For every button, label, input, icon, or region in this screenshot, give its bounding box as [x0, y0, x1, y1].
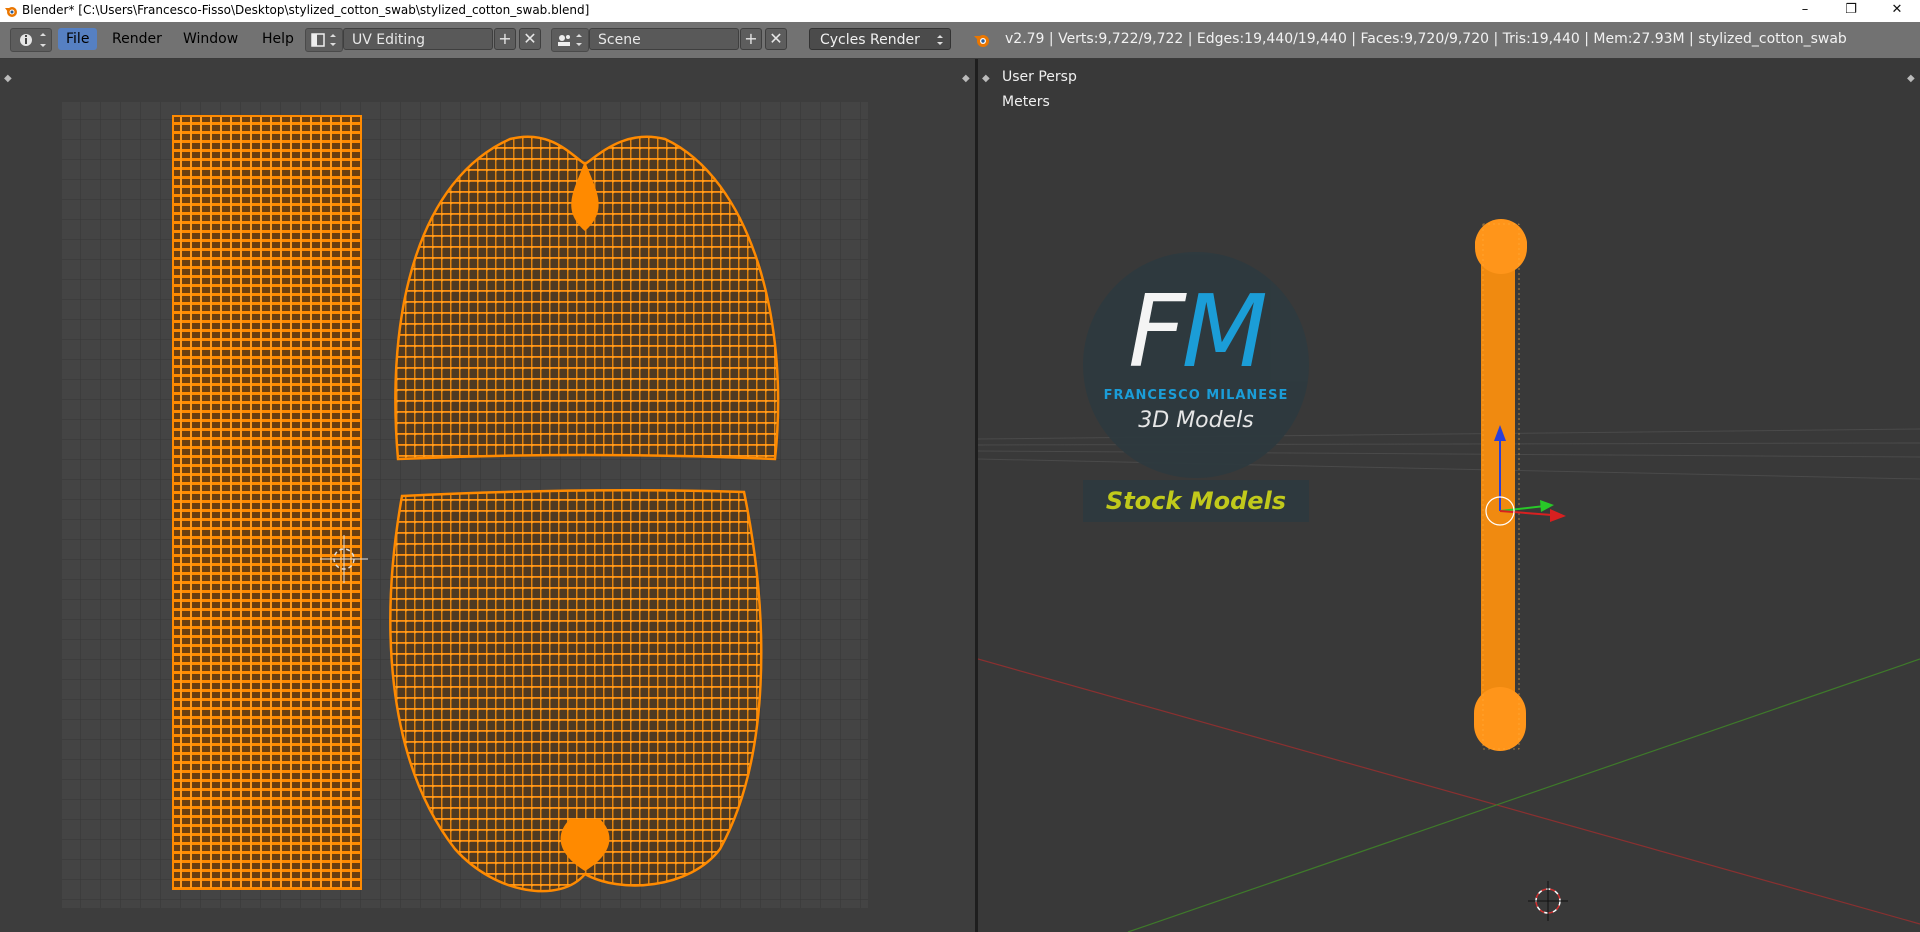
view-mode-label: User Persp	[1002, 69, 1077, 85]
watermark-logo: FM FRANCESCO MILANESE 3D Models	[1083, 252, 1309, 478]
remove-screen-button[interactable]: ✕	[519, 28, 541, 50]
logo-initials: FM	[1083, 282, 1309, 382]
scene-icon	[558, 34, 582, 46]
screen-layout-icon	[311, 33, 336, 47]
close-window-button[interactable]: ✕	[1874, 0, 1920, 22]
3d-cursor-icon[interactable]	[1528, 881, 1568, 921]
units-label: Meters	[1002, 94, 1050, 110]
menu-file[interactable]: File	[58, 28, 98, 50]
info-icon	[20, 33, 46, 47]
x-axis-line	[978, 658, 1920, 925]
logo-tagline: 3D Models	[1138, 408, 1254, 433]
menu-render[interactable]: Render	[104, 28, 170, 50]
logo-brand-name: FRANCESCO MILANESE	[1103, 388, 1289, 403]
logo-initial-m: M	[1181, 273, 1268, 390]
area-corner-icon[interactable]: ◆	[1907, 73, 1915, 84]
info-header: File Render Window Help UV Editing + ✕ S…	[0, 22, 1920, 59]
area-corner-icon[interactable]: ◆	[982, 73, 990, 84]
uv-canvas[interactable]	[0, 59, 975, 932]
banner-text: Stock Models	[1105, 487, 1287, 515]
menu-help[interactable]: Help	[254, 28, 302, 50]
remove-scene-button[interactable]: ✕	[765, 28, 787, 50]
minimize-button[interactable]: –	[1782, 0, 1828, 22]
restore-button[interactable]: ❐	[1828, 0, 1874, 22]
logo-initial-f: F	[1128, 273, 1185, 390]
render-engine-label: Cycles Render	[820, 32, 920, 48]
window-title: Blender* [C:\Users\Francesco-Fisso\Deskt…	[22, 3, 590, 17]
scene-statistics: v2.79 | Verts:9,722/9,722 | Edges:19,440…	[1005, 31, 1847, 47]
render-engine-select[interactable]: Cycles Render	[809, 28, 951, 50]
blender-app-icon	[5, 7, 17, 17]
add-screen-button[interactable]: +	[494, 28, 516, 50]
uv-island-stick[interactable]	[172, 115, 362, 890]
screen-layout-browse[interactable]	[305, 28, 343, 52]
scene-browse[interactable]	[551, 28, 589, 52]
scene-field[interactable]: Scene	[589, 28, 739, 50]
screen-layout-field[interactable]: UV Editing	[343, 28, 493, 50]
uv-image-editor[interactable]: ◆ ◆	[0, 59, 975, 932]
chevron-updown-icon	[937, 35, 943, 45]
blender-logo-icon	[974, 35, 989, 47]
menu-window[interactable]: Window	[175, 28, 246, 50]
editor-type-selector[interactable]	[10, 28, 52, 52]
stock-models-banner: Stock Models	[1083, 480, 1309, 522]
add-scene-button[interactable]: +	[740, 28, 762, 50]
window-titlebar: Blender* [C:\Users\Francesco-Fisso\Deskt…	[0, 0, 1920, 22]
3d-viewport[interactable]: User Persp Meters ◆ ◆ FM FRANCESCO MILAN…	[978, 59, 1920, 932]
